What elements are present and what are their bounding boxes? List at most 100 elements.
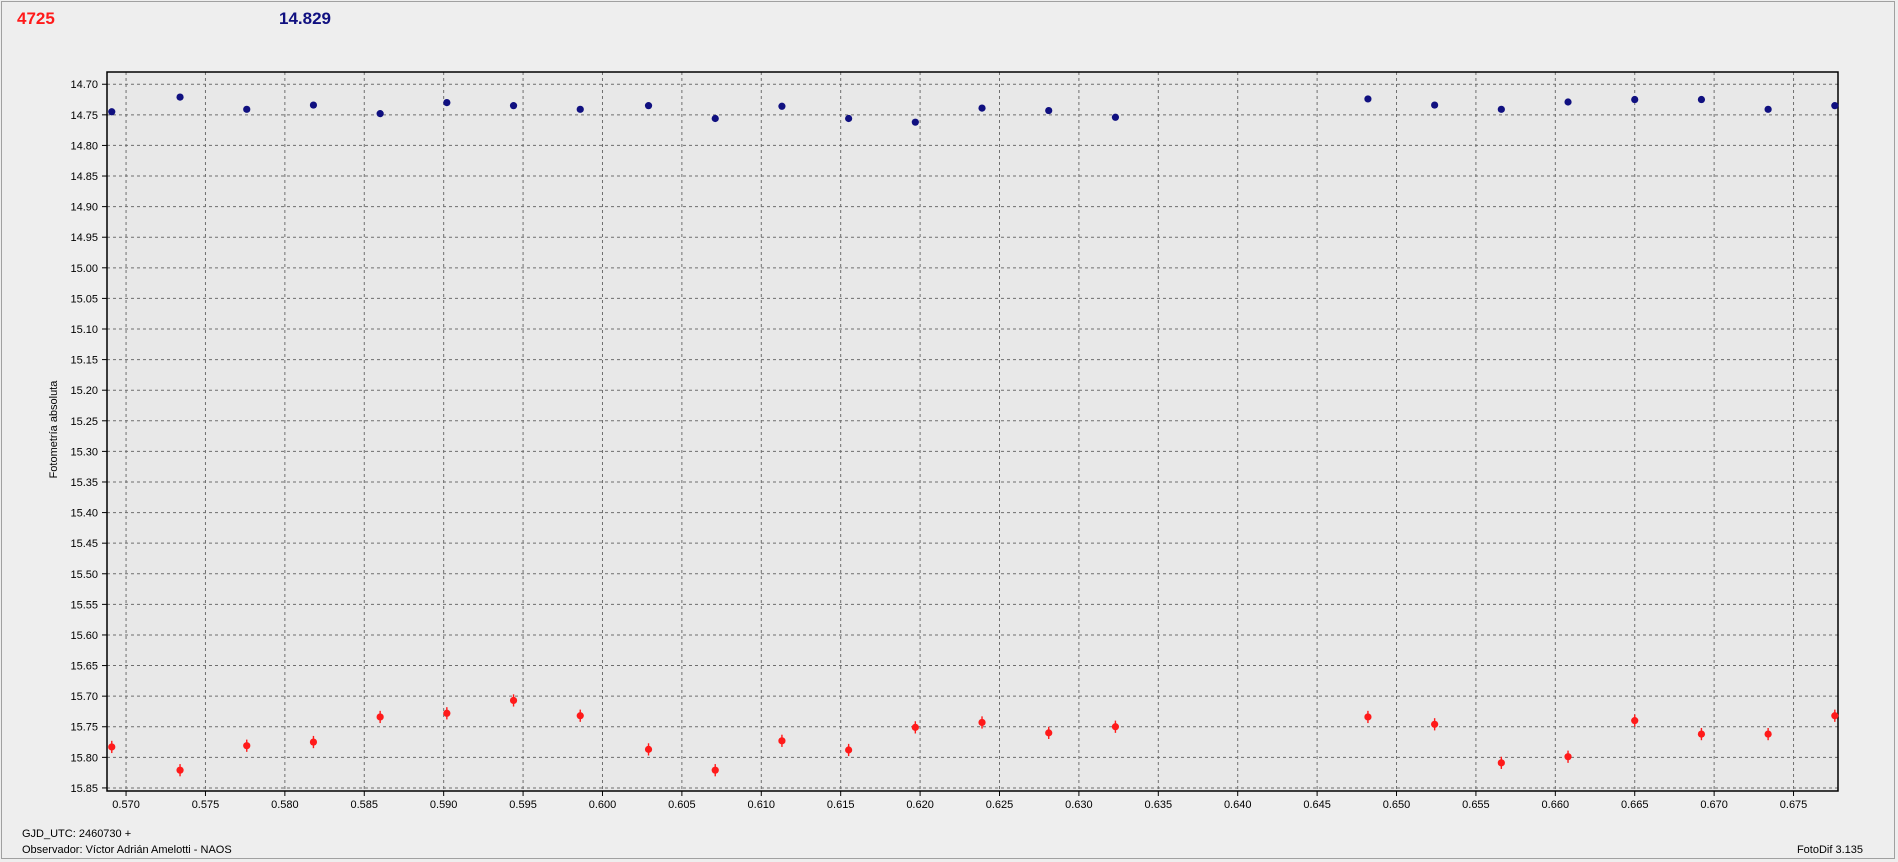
y-axis-label: Fotometría absoluta [48, 380, 60, 479]
y-tick-label: 15.10 [70, 324, 98, 336]
data-point-series-2 [644, 745, 653, 753]
x-tick-label: 0.660 [1542, 799, 1570, 811]
data-point-series-2 [1364, 713, 1372, 721]
x-tick-label: 0.655 [1462, 799, 1490, 811]
y-tick-label: 15.00 [70, 263, 98, 275]
data-point-series-1 [1564, 98, 1572, 106]
data-point-series-1 [1497, 105, 1505, 113]
plot-area [107, 72, 1838, 791]
x-tick-label: 0.650 [1383, 799, 1411, 811]
data-point-series-1 [1697, 95, 1706, 104]
data-point-series-1 [176, 93, 184, 101]
data-point-series-1 [108, 108, 116, 116]
data-point-series-2 [1045, 729, 1053, 737]
data-point-series-2 [509, 696, 518, 705]
data-point-series-1 [1431, 101, 1439, 109]
y-tick-label: 15.45 [70, 538, 98, 550]
data-point-series-2 [1564, 753, 1572, 761]
y-tick-label: 14.80 [70, 140, 98, 152]
data-point-series-2 [1497, 759, 1505, 767]
data-point-series-2 [978, 718, 986, 727]
data-point-series-1 [911, 118, 919, 126]
y-tick-label: 15.40 [70, 508, 98, 520]
time-axis-label: GJD_UTC: 2460730 + [22, 828, 132, 840]
x-tick-label: 0.645 [1303, 799, 1331, 811]
y-tick-label: 14.95 [70, 232, 98, 244]
x-tick-label: 0.615 [827, 799, 855, 811]
y-tick-label: 15.15 [70, 355, 98, 367]
x-tick-label: 0.605 [668, 799, 696, 811]
y-tick-label: 14.70 [70, 79, 98, 91]
observer-label: Observador: Víctor Adrián Amelotti - NAO… [22, 844, 232, 856]
x-tick-label: 0.580 [271, 799, 299, 811]
data-point-series-1 [309, 101, 318, 109]
x-tick-label: 0.630 [1065, 799, 1093, 811]
data-point-series-1 [1045, 106, 1053, 115]
y-tick-label: 15.55 [70, 599, 98, 611]
y-tick-label: 15.70 [70, 691, 98, 703]
data-point-series-1 [778, 102, 786, 110]
y-tick-label: 15.50 [70, 569, 98, 581]
data-point-series-1 [1764, 105, 1772, 113]
data-point-series-1 [845, 114, 853, 123]
data-point-series-2 [108, 743, 116, 751]
data-point-series-2 [1431, 720, 1439, 728]
y-tick-label: 14.75 [70, 110, 98, 122]
light-curve-chart: 0.570 0.575 0.580 0.585 0.590 0.595 0.600 0.605… [48, 71, 1839, 811]
data-point-series-2 [376, 713, 384, 721]
data-point-series-1 [711, 114, 719, 123]
x-tick-label: 0.570 [112, 799, 140, 811]
software-version: FotoDif 3.135 [1796, 844, 1863, 856]
data-point-series-1 [509, 102, 518, 110]
data-point-series-2 [711, 766, 719, 774]
x-tick-label: 0.625 [986, 799, 1014, 811]
data-point-series-2 [911, 723, 919, 731]
x-tick-label: 0.675 [1780, 799, 1808, 811]
y-tick-label: 15.85 [70, 783, 98, 795]
data-point-series-2 [443, 709, 451, 717]
data-point-series-1 [1831, 102, 1839, 110]
data-point-series-1 [1631, 95, 1639, 104]
data-point-series-2 [576, 712, 584, 720]
x-tick-label: 0.635 [1145, 799, 1173, 811]
data-point-series-2 [243, 742, 251, 750]
y-tick-label: 14.90 [70, 202, 98, 214]
data-point-series-1 [644, 102, 653, 110]
data-point-series-1 [1364, 95, 1372, 103]
x-tick-label: 0.670 [1700, 799, 1728, 811]
x-tick-label: 0.640 [1224, 799, 1252, 811]
y-tick-label: 15.80 [70, 752, 98, 764]
data-point-series-2 [309, 738, 318, 746]
x-tick-label: 0.595 [509, 799, 537, 811]
y-tick-label: 15.05 [70, 293, 98, 305]
data-point-series-2 [1831, 712, 1839, 720]
y-tick-label: 15.25 [70, 416, 98, 428]
data-point-series-2 [1697, 730, 1706, 738]
data-point-series-2 [176, 766, 184, 774]
data-point-series-2 [1764, 730, 1772, 738]
data-point-series-1 [978, 104, 986, 112]
data-point-series-2 [1111, 723, 1120, 731]
y-tick-label: 15.20 [70, 385, 98, 397]
x-tick-label: 0.575 [192, 799, 220, 811]
y-tick-label: 15.75 [70, 722, 98, 734]
x-tick-label: 0.610 [748, 799, 776, 811]
y-tick-label: 14.85 [70, 171, 98, 183]
y-tick-label: 15.30 [70, 446, 98, 458]
data-point-series-1 [443, 98, 451, 107]
y-tick-label: 15.60 [70, 630, 98, 642]
x-tick-label: 0.585 [351, 799, 379, 811]
data-point-series-1 [376, 110, 384, 118]
y-tick-label: 15.35 [70, 477, 98, 489]
x-tick-label: 0.665 [1621, 799, 1649, 811]
data-point-series-2 [845, 746, 853, 754]
data-point-series-2 [778, 737, 786, 745]
data-point-series-1 [243, 105, 251, 113]
x-tick-label: 0.600 [589, 799, 617, 811]
data-point-series-2 [1631, 717, 1639, 725]
data-point-series-1 [1111, 113, 1120, 121]
data-point-series-1 [576, 105, 584, 113]
x-tick-label: 0.620 [906, 799, 934, 811]
y-tick-label: 15.65 [70, 661, 98, 673]
x-tick-label: 0.590 [430, 799, 458, 811]
